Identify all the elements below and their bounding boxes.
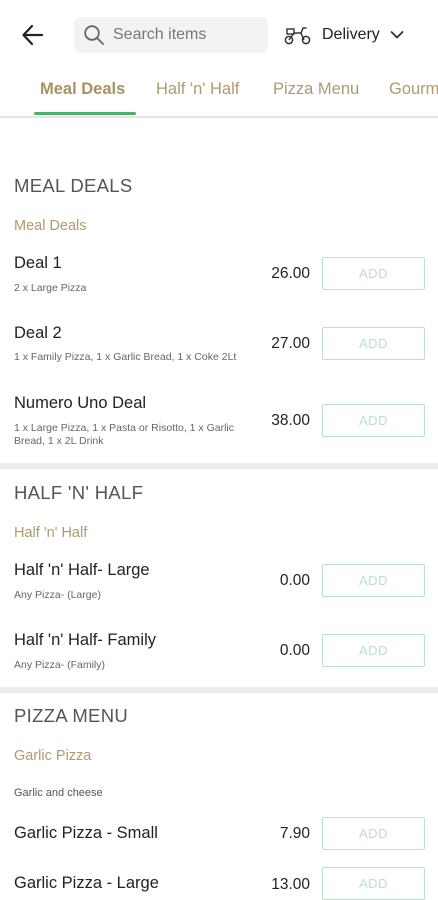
section-title-pizza-menu: PIZZA MENU [14, 705, 129, 726]
item-description: 1 x Family Pizza, 1 x Garlic Bread, 1 x … [14, 351, 237, 363]
add-button[interactable]: ADD [322, 564, 425, 597]
add-button[interactable]: ADD [322, 867, 425, 900]
add-button[interactable]: ADD [322, 817, 425, 850]
section-title-meal-deals: MEAL DEALS [14, 175, 133, 196]
search-input[interactable] [113, 26, 263, 44]
item-price: 26.00 [271, 265, 310, 282]
active-tab-indicator [34, 112, 136, 115]
add-button[interactable]: ADD [322, 404, 425, 437]
section-divider [0, 463, 438, 469]
section-title-half-n-half: HALF 'N' HALF [14, 482, 144, 503]
item-price: 27.00 [271, 335, 310, 352]
category-description: Garlic and cheese [14, 787, 103, 799]
delivery-label: Delivery [322, 26, 380, 43]
category-meal-deals: Meal Deals [14, 218, 87, 234]
tab-gourmet[interactable]: Gourm [389, 80, 438, 110]
item-name: Half 'n' Half- Family [14, 631, 156, 649]
tab-meal-deals[interactable]: Meal Deals [40, 80, 125, 110]
delivery-selector[interactable]: Delivery [284, 20, 404, 50]
item-price: 0.00 [279, 572, 310, 589]
arrow-left-icon [22, 24, 44, 46]
item-description: Any Pizza- (Large) [14, 589, 101, 601]
item-price: 0.00 [279, 642, 310, 659]
tab-pizza-menu[interactable]: Pizza Menu [273, 80, 359, 110]
search-box[interactable] [74, 17, 268, 53]
category-half-n-half: Half 'n' Half [14, 525, 88, 541]
item-price: 38.00 [271, 412, 310, 429]
tab-half-n-half[interactable]: Half 'n' Half [156, 80, 239, 110]
chevron-down-icon [390, 31, 404, 39]
add-button[interactable]: ADD [322, 257, 425, 290]
item-name: Numero Uno Deal [14, 394, 147, 412]
section-divider [0, 687, 438, 693]
add-button[interactable]: ADD [322, 634, 425, 667]
top-bar: Delivery [0, 0, 438, 70]
add-button[interactable]: ADD [322, 327, 425, 360]
item-description: 1 x Large Pizza, 1 x Pasta or Risotto, 1… [14, 422, 235, 447]
item-name: Deal 1 [14, 254, 62, 272]
scooter-icon [284, 27, 311, 45]
item-price: 7.90 [279, 825, 310, 842]
item-description: 2 x Large Pizza [14, 282, 87, 294]
item-name: Garlic Pizza - Small [14, 824, 158, 842]
category-garlic-pizza: Garlic Pizza [14, 748, 92, 764]
item-name: Deal 2 [14, 324, 62, 342]
item-name: Half 'n' Half- Large [14, 561, 150, 579]
search-icon [84, 25, 104, 45]
item-price: 13.00 [271, 876, 310, 893]
item-description: Any Pizza- (Family) [14, 659, 106, 671]
back-button[interactable] [18, 20, 48, 50]
category-tabs: Meal Deals Half 'n' Half Pizza Menu Gour… [0, 72, 438, 118]
item-name: Garlic Pizza - Large [14, 874, 159, 892]
